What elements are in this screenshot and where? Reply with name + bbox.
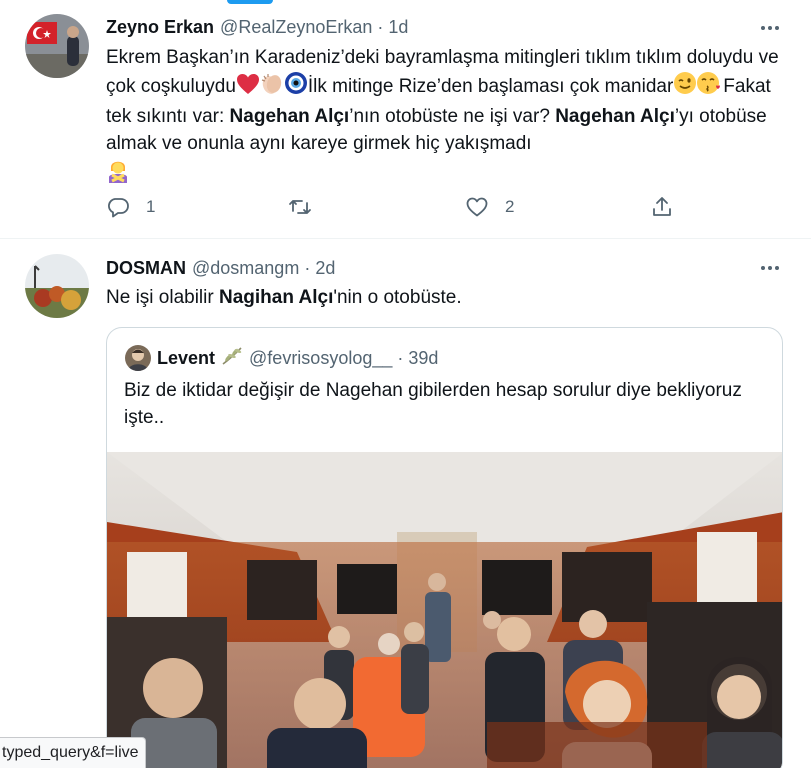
reply-button[interactable]: 1 <box>106 192 155 222</box>
avatar[interactable] <box>25 254 89 318</box>
tweet-header: DOSMAN @dosmangm · 2d <box>106 255 335 281</box>
quoted-tweet[interactable]: Levent @fevrisosyolog__ · 39d Biz de ikt… <box>106 327 783 768</box>
user-handle[interactable]: @dosmangm <box>192 258 299 279</box>
quoted-display-name: Levent <box>157 347 216 368</box>
quoted-avatar[interactable] <box>125 345 151 371</box>
nazar-amulet-icon <box>284 71 308 103</box>
clapping-hands-icon <box>260 73 284 103</box>
avatar[interactable] <box>25 14 89 78</box>
timestamp[interactable]: 1d <box>388 17 408 38</box>
timestamp[interactable]: 2d <box>315 258 335 279</box>
olive-branch-icon <box>221 346 243 371</box>
retweet-icon <box>289 200 311 214</box>
tweet-header: Zeyno Erkan @RealZeynoErkan · 1d <box>106 14 408 40</box>
tweet-text-part: Ne işi olabilir <box>106 287 219 308</box>
mention-name: Nagehan Alçı <box>555 106 675 127</box>
quoted-header: Levent @fevrisosyolog__ · 39d <box>157 346 438 370</box>
heart-icon <box>466 197 488 217</box>
more-options-icon[interactable] <box>759 18 781 38</box>
display-name[interactable]: DOSMAN <box>106 258 186 279</box>
tweet-text-part: 'nin o otobüste. <box>333 287 462 308</box>
tweet-actions: 1 2 <box>106 192 686 222</box>
tweet-zeyno-erkan[interactable]: Zeyno Erkan @RealZeynoErkan · 1d Ekrem B… <box>0 0 811 238</box>
quoted-handle: @fevrisosyolog__ <box>249 347 393 368</box>
retweet-button[interactable] <box>288 192 328 222</box>
face-blowing-kiss-icon <box>697 71 723 103</box>
share-button[interactable] <box>650 192 674 222</box>
like-count: 2 <box>505 197 515 216</box>
winking-face-icon <box>673 71 697 103</box>
separator-dot: · <box>397 347 404 368</box>
mention-name: Nagihan Alçı <box>218 287 334 308</box>
red-heart-icon <box>236 73 260 103</box>
tweet-text: Ne işi olabilir Nagihan Alçı'nin o otobü… <box>106 284 796 311</box>
person-gesturing-no-icon <box>106 157 130 191</box>
user-handle[interactable]: @RealZeynoErkan <box>220 17 372 38</box>
more-options-icon[interactable] <box>759 258 781 278</box>
tweet-text-part: ’nın otobüste ne işi var? <box>349 106 556 127</box>
separator-dot: · <box>304 257 311 278</box>
share-icon <box>653 197 671 216</box>
tweet-text-part: İlk mitinge Rize’den başlaması çok manid… <box>307 76 674 97</box>
mention-name: Nagehan Alçı <box>229 106 350 127</box>
like-button[interactable]: 2 <box>465 192 514 222</box>
quoted-photo[interactable] <box>107 452 782 768</box>
reply-count: 1 <box>146 197 156 216</box>
status-url-bar: typed_query&f=live <box>0 737 146 768</box>
quoted-timestamp: 39d <box>408 347 439 368</box>
tweet-text: Ekrem Başkan’ın Karadeniz’deki bayramlaş… <box>106 44 796 191</box>
separator-dot: · <box>377 16 384 37</box>
quoted-text: Biz de iktidar değişir de Nagehan gibile… <box>124 380 742 428</box>
display-name[interactable]: Zeyno Erkan <box>106 17 214 38</box>
reply-icon <box>108 198 129 218</box>
